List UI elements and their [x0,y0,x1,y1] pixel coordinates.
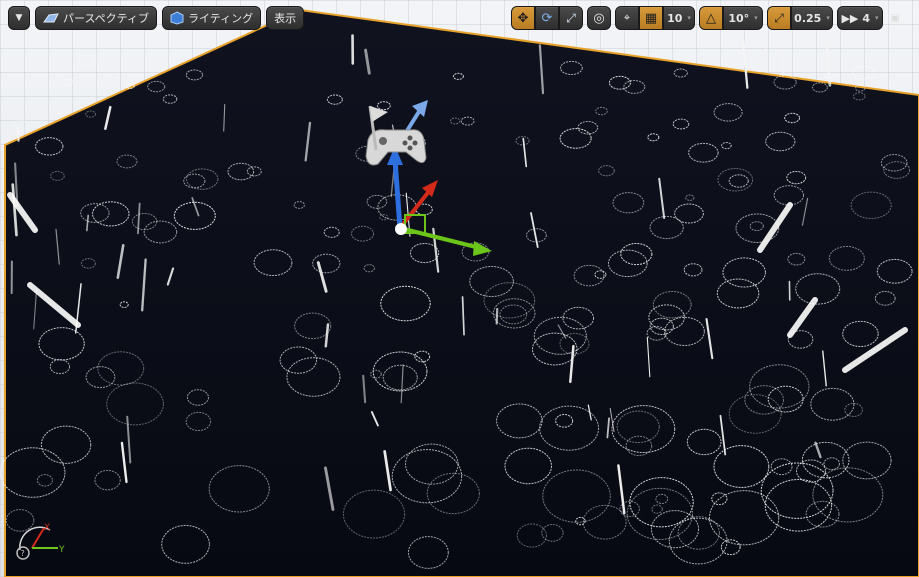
rain-streak [495,307,499,325]
level-viewport[interactable]: X Y ? ▼ パースペクティブ ライティング 表示 ✥ ⟳ ⤢ ◎ ⌖ ▦ 1… [0,0,919,577]
chevron-down-icon: ▼ [15,13,23,23]
lighting-label: ライティング [188,12,254,25]
grid-snap-button[interactable]: ▦ [639,6,663,30]
translate-button[interactable]: ✥ [511,6,535,30]
perspective-button[interactable]: パースペクティブ [35,6,158,30]
lighting-icon [170,11,184,25]
axis-y-label: Y [58,545,65,555]
lighting-button[interactable]: ライティング [162,6,262,30]
show-label: 表示 [274,12,297,25]
show-button[interactable]: 表示 [266,6,305,30]
svg-text:?: ? [21,549,25,558]
camera-speed-icon: ▶▶ [841,11,859,25]
scale-button[interactable]: ⤢ [559,6,583,30]
world-local-button[interactable]: ◎ [587,6,611,30]
floor-plane[interactable] [4,8,919,577]
rotate-button[interactable]: ⟳ [535,6,559,30]
rotate-icon: ⟳ [541,10,553,26]
scale-icon: ⤢ [566,10,576,25]
maximize-icon: ▣ [890,12,900,24]
maximize-button[interactable]: ▣ [887,6,903,30]
axis-x-label: X [44,523,50,533]
rain-streak [16,125,20,142]
grid-snap-icon: ▦ [644,10,658,26]
viewport-menu-button[interactable]: ▼ [8,6,30,30]
perspective-icon [43,13,59,23]
perspective-label: パースペクティブ [63,12,150,25]
rotation-snap-button[interactable]: △ [699,6,723,30]
grid-snap-value[interactable]: 10 ▾ [663,6,695,30]
rotation-snap-value[interactable]: 10° ▾ [723,6,763,30]
scene-canvas[interactable]: X Y ? [0,0,919,577]
surface-snap-button[interactable]: ⌖ [615,6,639,30]
camera-speed-button[interactable]: ▶▶ 4 ▾ [837,6,883,30]
translate-icon: ✥ [517,10,529,26]
globe-icon: ◎ [593,10,605,26]
surface-snap-icon: ⌖ [623,11,631,24]
scale-snap-icon: ⤢ [774,10,784,25]
rotation-snap-icon: △ [706,10,716,26]
scale-snap-value[interactable]: 0.25 ▾ [791,6,833,30]
scale-snap-button[interactable]: ⤢ [767,6,791,30]
